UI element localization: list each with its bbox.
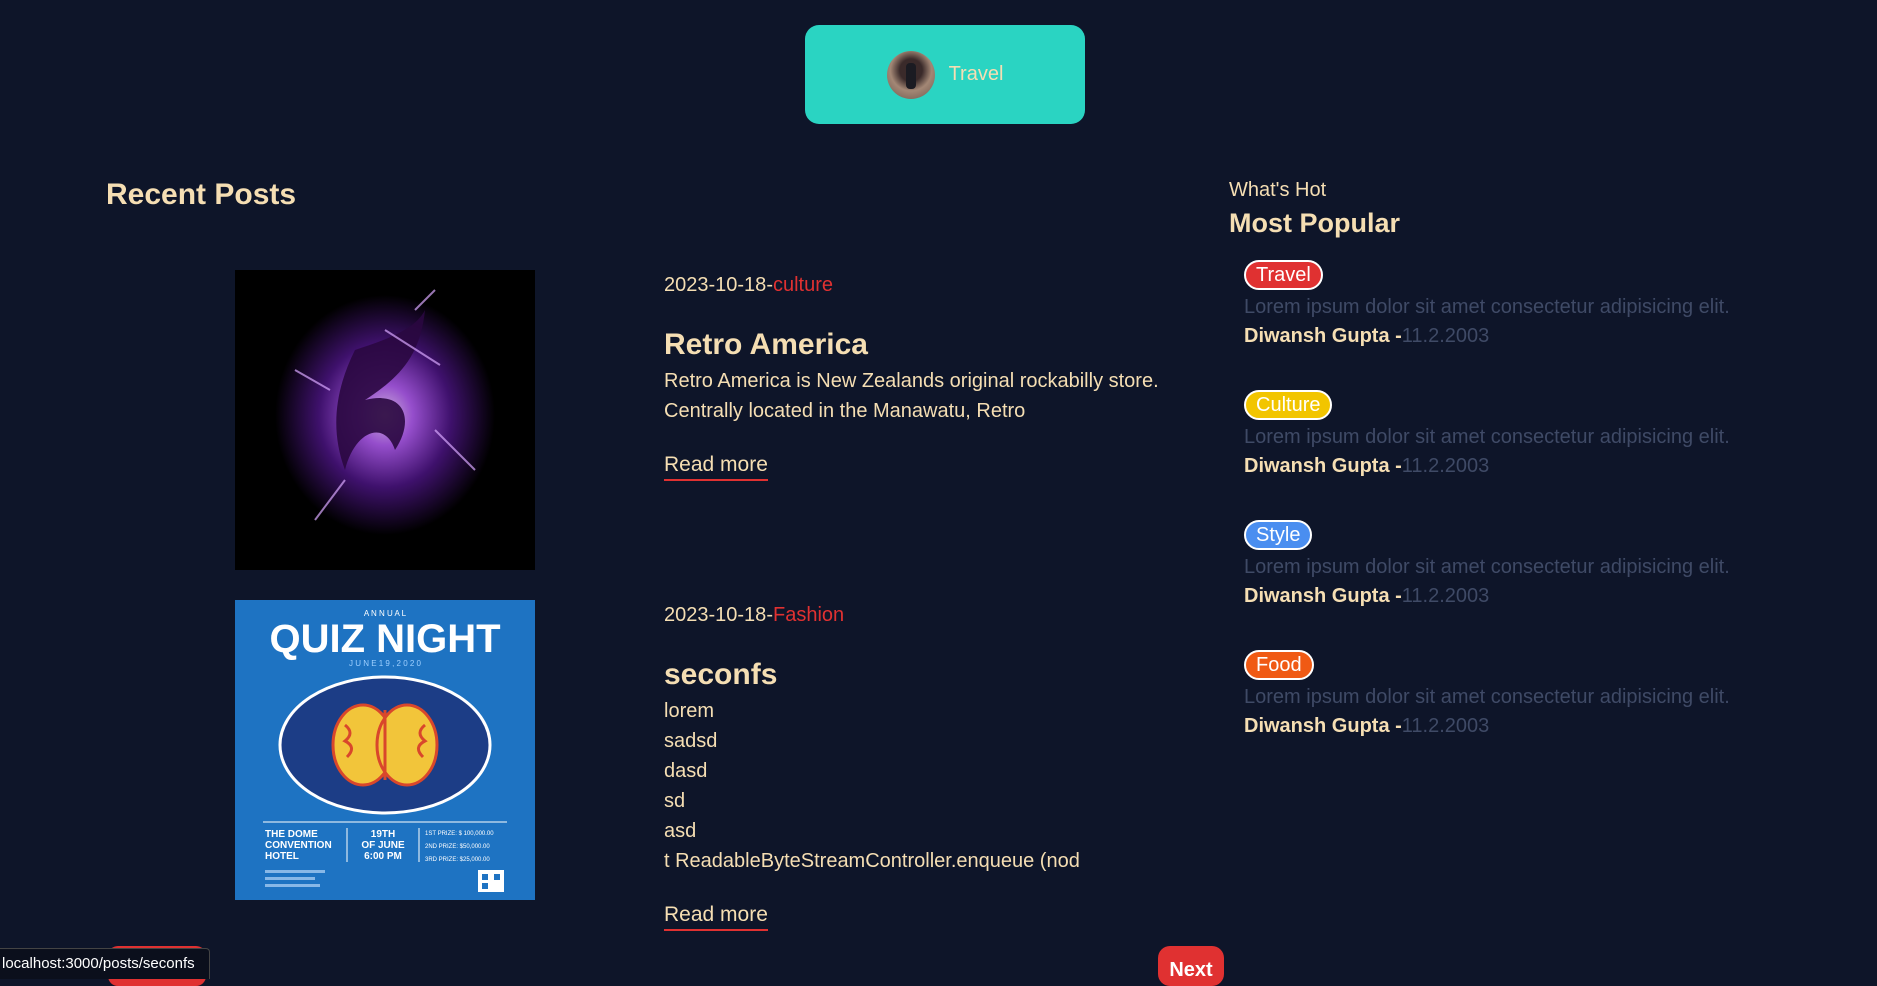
tag-badge[interactable]: Style	[1244, 520, 1313, 550]
post-meta-separator: -	[766, 274, 773, 296]
recent-posts-heading: Recent Posts	[106, 178, 297, 211]
popular-author: Diwansh Gupta -11.2.2003	[1244, 325, 1804, 348]
post-date: 2023-10-18	[664, 604, 767, 626]
post-description: Retro America is New Zealands original r…	[664, 370, 1159, 422]
author-name: Diwansh Gupta -	[1244, 585, 1402, 607]
author-name: Diwansh Gupta -	[1244, 455, 1402, 477]
brain-icon	[331, 703, 439, 787]
post-category[interactable]: Fashion	[773, 604, 844, 626]
post-meta: 2023-10-18-Fashion	[664, 604, 844, 627]
poster-title: QUIZ NIGHT	[269, 617, 500, 661]
popular-item[interactable]: Style Lorem ipsum dolor sit amet consect…	[1244, 520, 1804, 608]
tag-badge[interactable]: Food	[1244, 650, 1314, 680]
category-avatar	[886, 50, 935, 99]
author-name: Diwansh Gupta -	[1244, 715, 1402, 737]
author-name: Diwansh Gupta -	[1244, 325, 1402, 347]
popular-author: Diwansh Gupta -11.2.2003	[1244, 585, 1804, 608]
post-date: 2023-10-18	[664, 274, 767, 296]
popular-author: Diwansh Gupta -11.2.2003	[1244, 455, 1804, 478]
whats-hot-label: What's Hot	[1229, 179, 1327, 201]
post-image-retro-america[interactable]	[235, 270, 535, 570]
popular-description: Lorem ipsum dolor sit amet consectetur a…	[1244, 686, 1730, 708]
popular-description: Lorem ipsum dolor sit amet consectetur a…	[1244, 426, 1730, 448]
poster-when: 19TH	[371, 829, 395, 840]
read-more-link[interactable]: Read more	[664, 903, 768, 931]
popular-author: Diwansh Gupta -11.2.2003	[1244, 715, 1804, 738]
post-title[interactable]: Retro America	[664, 328, 868, 362]
popular-item[interactable]: Travel Lorem ipsum dolor sit amet consec…	[1244, 260, 1804, 348]
post-image-seconfs[interactable]: A N N U A L QUIZ NIGHT J U N E 1 9 , 2 0…	[235, 600, 535, 900]
svg-text:3RD PRIZE: $25,000.00: 3RD PRIZE: $25,000.00	[425, 857, 490, 863]
svg-text:OF JUNE: OF JUNE	[361, 840, 405, 851]
svg-text:2ND PRIZE: $50,000.00: 2ND PRIZE: $50,000.00	[425, 844, 490, 850]
qr-code-icon	[478, 870, 504, 892]
post-category[interactable]: culture	[773, 274, 833, 296]
poster-prizes: 1ST PRIZE: $ 100,000.00	[425, 831, 494, 837]
category-label: Travel	[948, 63, 1004, 85]
purple-flame-emblem-icon	[235, 270, 535, 570]
svg-text:CONVENTION: CONVENTION	[265, 840, 332, 851]
post-meta-separator: -	[766, 604, 773, 626]
svg-text:6:00 PM: 6:00 PM	[364, 851, 402, 862]
read-more-link[interactable]: Read more	[664, 453, 768, 481]
popular-date: 11.2.2003	[1401, 455, 1490, 477]
popular-date: 11.2.2003	[1401, 325, 1490, 347]
browser-status-url: localhost:3000/posts/seconfs	[0, 948, 210, 979]
svg-text:HOTEL: HOTEL	[265, 851, 299, 862]
post-description: lorem sadsd dasd sd asd t ReadableByteSt…	[664, 700, 1080, 872]
popular-date: 11.2.2003	[1401, 715, 1490, 737]
popular-description: Lorem ipsum dolor sit amet consectetur a…	[1244, 296, 1730, 318]
popular-item[interactable]: Culture Lorem ipsum dolor sit amet conse…	[1244, 390, 1804, 478]
next-button[interactable]: Next	[1158, 946, 1224, 986]
quiz-night-poster: A N N U A L QUIZ NIGHT J U N E 1 9 , 2 0…	[235, 600, 535, 900]
category-travel-button[interactable]: Travel	[805, 25, 1085, 124]
poster-date: J U N E 1 9 , 2 0 2 0	[349, 659, 422, 668]
poster-venue: THE DOME	[265, 829, 318, 840]
tag-badge[interactable]: Culture	[1244, 390, 1333, 420]
popular-description: Lorem ipsum dolor sit amet consectetur a…	[1244, 556, 1730, 578]
post-meta: 2023-10-18-culture	[664, 274, 833, 297]
tag-badge[interactable]: Travel	[1244, 260, 1323, 290]
post-title[interactable]: seconfs	[664, 658, 777, 692]
popular-item[interactable]: Food Lorem ipsum dolor sit amet consecte…	[1244, 650, 1804, 738]
most-popular-heading: Most Popular	[1229, 208, 1401, 238]
popular-date: 11.2.2003	[1401, 585, 1490, 607]
